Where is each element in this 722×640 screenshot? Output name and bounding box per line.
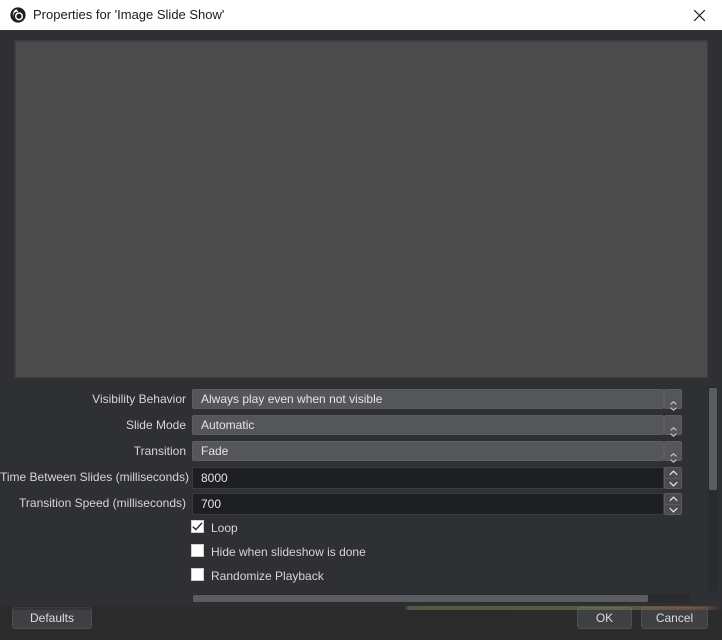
combobox-value-slide-mode: Automatic — [201, 418, 255, 432]
combobox-value-transition: Fade — [201, 444, 229, 458]
combobox-slide-mode[interactable]: Automatic — [192, 415, 682, 437]
form-vertical-scrollbar[interactable] — [708, 386, 718, 591]
row-hide-when-done: Hide when slideshow is done — [0, 540, 690, 564]
form-vertical-scrollbar-thumb[interactable] — [709, 388, 717, 490]
row-visibility-behavior: Visibility Behavior Always play even whe… — [0, 386, 690, 412]
row-time-between-slides: Time Between Slides (milliseconds) 8000 — [0, 464, 690, 490]
combobox-value-visibility-behavior: Always play even when not visible — [201, 392, 383, 406]
close-icon — [693, 9, 706, 22]
field-transition: Fade — [192, 441, 682, 463]
form-horizontal-scrollbar[interactable] — [192, 594, 690, 603]
row-transition-speed: Transition Speed (milliseconds) 700 — [0, 490, 690, 516]
checkbox-hide-when-done[interactable] — [191, 544, 204, 557]
row-slide-mode: Slide Mode Automatic — [0, 412, 690, 438]
label-hide-when-done[interactable]: Hide when slideshow is done — [211, 540, 366, 564]
checkmark-icon — [192, 520, 203, 534]
chevron-down-icon — [669, 400, 677, 411]
background-window-strip — [0, 606, 722, 610]
chevron-up-icon — [669, 446, 677, 457]
source-preview-area — [14, 40, 708, 378]
field-slide-mode: Automatic — [192, 415, 682, 437]
obs-logo-icon — [10, 7, 26, 23]
dialog-footer: Defaults OK Cancel — [0, 605, 722, 640]
label-transition-speed: Transition Speed (milliseconds) — [19, 496, 186, 510]
spinbox-value-transition-speed[interactable]: 700 — [201, 494, 637, 514]
label-visibility-behavior: Visibility Behavior — [92, 392, 186, 406]
defaults-button[interactable]: Defaults — [12, 607, 92, 629]
combobox-arrows-slide-mode[interactable] — [664, 415, 682, 437]
cancel-button[interactable]: Cancel — [641, 607, 708, 629]
properties-form-scroll-area: Visibility Behavior Always play even whe… — [0, 386, 722, 586]
form-horizontal-scrollbar-thumb[interactable] — [193, 595, 648, 602]
field-time-between-slides: 8000 — [192, 467, 682, 489]
chevron-down-icon — [668, 481, 678, 487]
ok-button[interactable]: OK — [577, 607, 632, 629]
row-transition: Transition Fade — [0, 438, 690, 464]
spinbox-decrement-button[interactable] — [664, 478, 682, 489]
label-slide-mode: Slide Mode — [125, 418, 186, 432]
chevron-down-icon — [669, 426, 677, 437]
row-randomize-playback: Randomize Playback — [0, 564, 690, 586]
spinbox-increment-button[interactable] — [664, 493, 682, 504]
spinbox-transition-speed[interactable]: 700 — [192, 493, 682, 515]
properties-form: Visibility Behavior Always play even whe… — [0, 386, 690, 586]
field-visibility-behavior: Always play even when not visible — [192, 389, 682, 411]
label-transition: Transition — [133, 444, 186, 458]
window-title: Properties for 'Image Slide Show' — [33, 7, 225, 22]
spinbox-buttons-time-between-slides — [664, 467, 682, 489]
titlebar: Properties for 'Image Slide Show' — [0, 0, 722, 31]
spinbox-decrement-button[interactable] — [664, 504, 682, 515]
field-transition-speed: 700 — [192, 493, 682, 515]
dialog-body: Visibility Behavior Always play even whe… — [0, 30, 722, 629]
properties-dialog-window: Properties for 'Image Slide Show' Visibi… — [0, 0, 722, 629]
chevron-up-icon — [668, 470, 678, 476]
combobox-visibility-behavior[interactable]: Always play even when not visible — [192, 389, 682, 411]
spinbox-time-between-slides[interactable]: 8000 — [192, 467, 682, 489]
chevron-up-icon — [668, 496, 678, 502]
chevron-up-icon — [669, 420, 677, 431]
spinbox-buttons-transition-speed — [664, 493, 682, 515]
label-loop[interactable]: Loop — [211, 516, 238, 540]
combobox-arrows-transition[interactable] — [664, 441, 682, 463]
chevron-down-icon — [668, 507, 678, 513]
label-time-between-slides: Time Between Slides (milliseconds) — [0, 470, 189, 484]
combobox-transition[interactable]: Fade — [192, 441, 682, 463]
label-randomize-playback[interactable]: Randomize Playback — [211, 564, 324, 586]
row-loop: Loop — [0, 516, 690, 540]
spinbox-value-time-between-slides[interactable]: 8000 — [201, 468, 637, 488]
chevron-down-icon — [669, 452, 677, 463]
close-window-button[interactable] — [676, 0, 722, 30]
chevron-up-icon — [669, 394, 677, 405]
combobox-arrows-visibility-behavior[interactable] — [664, 389, 682, 411]
checkbox-loop[interactable] — [191, 520, 204, 533]
spinbox-increment-button[interactable] — [664, 467, 682, 478]
checkbox-randomize-playback[interactable] — [191, 568, 204, 581]
